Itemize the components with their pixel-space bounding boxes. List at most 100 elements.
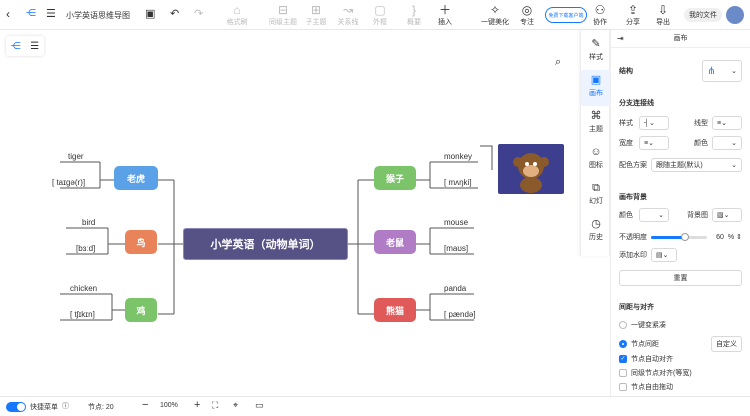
bg-color-label: 颜色: [619, 212, 633, 219]
side-rail: ✎ 样式 ▣ 画布 ⌘ 主题 ☺ 图标 ⧉ 幻灯 ◷ 历史: [580, 30, 611, 256]
opacity-slider[interactable]: [651, 232, 707, 241]
node-tiger[interactable]: 老虎: [114, 166, 158, 190]
rail-item-slides[interactable]: ⧉ 幻灯: [581, 178, 611, 214]
leaf-bird-phonetic[interactable]: [bɜːd]: [76, 244, 95, 253]
panel-header: ⇥ 画布: [611, 30, 750, 48]
rail-item-theme[interactable]: ⌘ 主题: [581, 106, 611, 142]
leaf-chicken-word[interactable]: chicken: [70, 284, 97, 293]
beautify-button[interactable]: ✧ 一键美化: [478, 0, 512, 27]
branch-section-title: 分支连接线: [619, 100, 654, 107]
help-icon[interactable]: ⓘ: [62, 401, 69, 411]
line-type-label: 线型: [694, 120, 708, 127]
structure-select[interactable]: ⋔ ⌄: [702, 60, 742, 82]
leaf-panda-word[interactable]: panda: [444, 284, 466, 293]
export-button[interactable]: ⇩ 导出: [652, 0, 674, 27]
undo-icon[interactable]: ↶: [170, 7, 179, 20]
free-drag-checkbox[interactable]: [619, 383, 627, 391]
menu-icon[interactable]: ☰: [46, 7, 56, 20]
zoom-level[interactable]: 100%: [160, 402, 178, 409]
fit-screen-icon[interactable]: ⛶: [212, 400, 218, 411]
focus-button[interactable]: ◎ 专注: [515, 0, 539, 27]
node-mouse[interactable]: 老鼠: [374, 230, 416, 254]
leaf-mouse-word[interactable]: mouse: [444, 218, 468, 227]
doc-title[interactable]: 小学英语思维导图: [66, 10, 130, 21]
branch-color-select[interactable]: ⌄: [712, 136, 742, 150]
avatar[interactable]: [726, 6, 744, 24]
theme-icon: ⌘: [590, 110, 602, 122]
compact-radio[interactable]: [619, 321, 627, 329]
rail-item-history[interactable]: ◷ 历史: [581, 214, 611, 250]
auto-align-checkbox[interactable]: ✓: [619, 355, 627, 363]
color-scheme-select[interactable]: 跟随主题(默认) ⌄: [651, 158, 742, 172]
root-node[interactable]: 小学英语（动物单词）: [183, 228, 348, 260]
collapse-panel-icon[interactable]: ⇥: [617, 30, 624, 48]
zoom-in-icon[interactable]: +: [194, 399, 200, 411]
bg-row: 颜色 ⌄ 背景图 ▧⌄: [619, 208, 742, 222]
opacity-slider-knob[interactable]: [680, 232, 689, 241]
save-icon[interactable]: ▣: [145, 7, 155, 20]
node-monkey[interactable]: 猴子: [374, 166, 416, 190]
node-spacing-radio[interactable]: [619, 340, 627, 348]
sibling-align-checkbox[interactable]: [619, 369, 627, 377]
share-icon: ⇪: [627, 3, 639, 17]
download-client-button[interactable]: 免费下载客户端: [545, 7, 587, 23]
minimap-icon[interactable]: ▭: [255, 400, 264, 411]
relation-icon: ↝: [342, 3, 354, 17]
leaf-chicken-phonetic[interactable]: [ tʃɪkɪn]: [70, 310, 95, 319]
leaf-tiger-word[interactable]: tiger: [68, 152, 84, 161]
node-panda[interactable]: 熊猫: [374, 298, 416, 322]
redo-icon[interactable]: ↷: [194, 7, 203, 20]
leaf-bird-word[interactable]: bird: [82, 218, 95, 227]
zoom-out-icon[interactable]: −: [142, 399, 148, 411]
sibling-topic-button[interactable]: ⊟ 同级主题: [266, 0, 300, 27]
people-icon: ⚇: [594, 3, 606, 17]
branch-style-row: 样式 ┤⌄ 线型 ≡⌄: [619, 116, 742, 130]
width-label: 宽度: [619, 140, 633, 147]
leaf-monkey-word[interactable]: monkey: [444, 152, 472, 161]
summary-button[interactable]: } 概要: [402, 0, 426, 27]
back-icon[interactable]: ‹: [6, 7, 10, 21]
my-files-button[interactable]: 我的文件: [684, 8, 722, 22]
rail-item-canvas[interactable]: ▣ 画布: [581, 70, 611, 106]
mindmap-canvas[interactable]: ⋲ ☰ ⌕ 小学英语（动物单词） 老虎 鸟 鸡 猴子 老鼠 熊猫 tiger […: [0, 30, 580, 396]
line-type-select[interactable]: ≡⌄: [712, 116, 742, 130]
format-brush-button[interactable]: ⌂ 格式刷: [222, 0, 252, 27]
custom-button[interactable]: 自定义: [711, 336, 742, 352]
width-select[interactable]: ≡⌄: [639, 136, 669, 150]
chevron-down-icon: ⌄: [731, 162, 737, 169]
shortcut-menu-toggle[interactable]: [6, 402, 26, 412]
outline-button[interactable]: ▢ 外框: [368, 0, 392, 27]
rail-item-icons[interactable]: ☺ 图标: [581, 142, 611, 178]
top-toolbar: ‹ ⋲ ☰ 小学英语思维导图 ▣ ↶ ↷ ⌂ 格式刷 ⊟ 同级主题 ⊞ 子主题 ↝ 关系…: [0, 0, 750, 30]
child-topic-button[interactable]: ⊞ 子主题: [302, 0, 330, 27]
free-drag-row: 节点自由拖动: [619, 382, 742, 392]
outline-view-icon[interactable]: ⋲: [26, 8, 36, 19]
node-spacing-label: 节点间距: [631, 341, 659, 348]
reset-button[interactable]: 重置: [619, 270, 742, 286]
leaf-mouse-phonetic[interactable]: [maʊs]: [444, 244, 468, 253]
opacity-value[interactable]: 60: [716, 234, 724, 241]
export-icon: ⇩: [657, 3, 669, 17]
leaf-tiger-phonetic[interactable]: [ taɪɡə(r)]: [52, 178, 85, 187]
structure-row: 结构 ⋔ ⌄: [619, 60, 742, 82]
node-bird[interactable]: 鸟: [125, 230, 157, 254]
insert-button[interactable]: ＋插入: [432, 0, 458, 27]
relation-button[interactable]: ↝ 关系线: [334, 0, 362, 27]
bg-color-select[interactable]: ⌄: [639, 208, 669, 222]
free-drag-label: 节点自由拖动: [631, 384, 673, 391]
rail-item-style[interactable]: ✎ 样式: [581, 34, 611, 70]
auto-align-row: ✓ 节点自动对齐: [619, 354, 742, 364]
leaf-panda-phonetic[interactable]: [ pændə]: [444, 310, 476, 319]
bg-image-select[interactable]: ▧⌄: [712, 208, 742, 222]
brush-icon: ⌂: [233, 3, 241, 17]
collaborate-button[interactable]: ⚇ 协作: [589, 0, 611, 27]
chevron-down-icon: ⌄: [731, 68, 737, 75]
stepper-icon[interactable]: ⇕: [736, 233, 742, 241]
leaf-monkey-phonetic[interactable]: [ mʌŋki]: [444, 178, 472, 187]
share-button[interactable]: ⇪ 分享: [622, 0, 644, 27]
monkey-image[interactable]: [498, 144, 564, 194]
branch-style-select[interactable]: ┤⌄: [639, 116, 669, 130]
locate-icon[interactable]: ⌖: [233, 400, 238, 411]
watermark-select[interactable]: ▤⌄: [651, 248, 677, 262]
node-chicken[interactable]: 鸡: [125, 298, 157, 322]
